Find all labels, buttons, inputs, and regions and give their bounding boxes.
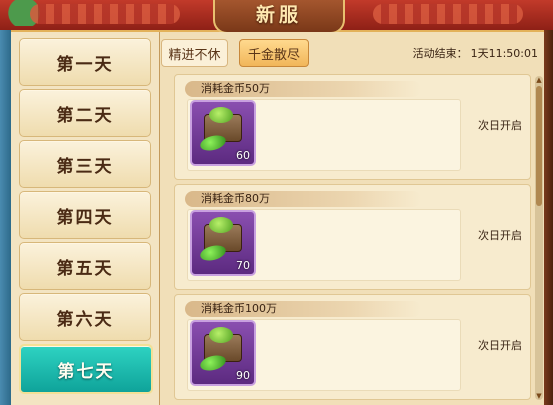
timer-value: 1天11:50:01 <box>470 47 538 60</box>
reward-status: 次日开启 <box>478 229 522 242</box>
day-button-1[interactable]: 第一天 <box>19 38 151 86</box>
reward-condition: 消耗金币80万 <box>185 191 421 207</box>
day-button-7[interactable]: 第七天 <box>19 344 153 394</box>
scroll-down-arrow-icon[interactable]: ▼ <box>535 392 543 400</box>
reward-card: 消耗金币80万 70 次日开启 <box>174 184 531 290</box>
item-count: 70 <box>236 259 250 272</box>
jade-gem-icon <box>209 327 233 343</box>
reward-list[interactable]: 消耗金币50万 60 次日开启 消耗金币80万 70 次日开启 消耗金币100万… <box>160 74 544 405</box>
new-server-event-window: 新服 第一天 第二天 第三天 第四天 第五天 第六天 第七天 精进不休 千金散尽… <box>0 0 553 405</box>
banner-scroll-right <box>373 4 523 24</box>
item-count: 90 <box>236 369 250 382</box>
banner-scroll-left <box>30 4 180 24</box>
item-count: 60 <box>236 149 250 162</box>
jade-icon <box>198 352 228 374</box>
reward-card: 消耗金币100万 90 次日开启 <box>174 294 531 400</box>
tab-jingjin-buxiu[interactable]: 精进不休 <box>161 39 228 67</box>
reward-scrollbar[interactable]: ▲ ▼ <box>535 76 543 400</box>
tab-qianjin-sanjin[interactable]: 千金散尽 <box>239 39 309 67</box>
reward-status: 次日开启 <box>478 339 522 352</box>
left-frame <box>0 30 11 405</box>
reward-item-area: 90 <box>187 319 461 391</box>
scroll-up-arrow-icon[interactable]: ▲ <box>535 76 543 84</box>
jade-gem-icon <box>209 217 233 233</box>
reward-status: 次日开启 <box>478 119 522 132</box>
jade-icon <box>198 132 228 154</box>
jade-icon <box>198 242 228 264</box>
treasure-chest-item[interactable]: 70 <box>190 210 256 276</box>
reward-panel: 精进不休 千金散尽 活动结束： 1天11:50:01 消耗金币50万 60 次日开… <box>160 32 544 405</box>
reward-condition: 消耗金币100万 <box>185 301 421 317</box>
scroll-thumb[interactable] <box>536 86 542 206</box>
treasure-chest-item[interactable]: 60 <box>190 100 256 166</box>
reward-card: 消耗金币50万 60 次日开启 <box>174 74 531 180</box>
event-timer: 活动结束： 1天11:50:01 <box>410 45 538 61</box>
treasure-chest-item[interactable]: 90 <box>190 320 256 386</box>
window-title: 新服 <box>213 0 345 34</box>
day-button-2[interactable]: 第二天 <box>19 89 151 137</box>
reward-item-area: 60 <box>187 99 461 171</box>
timer-label: 活动结束： <box>412 47 468 60</box>
day-button-3[interactable]: 第三天 <box>19 140 151 188</box>
day-button-6[interactable]: 第六天 <box>19 293 151 341</box>
day-sidebar: 第一天 第二天 第三天 第四天 第五天 第六天 第七天 <box>11 32 161 405</box>
jade-gem-icon <box>209 107 233 123</box>
reward-item-area: 70 <box>187 209 461 281</box>
day-button-5[interactable]: 第五天 <box>19 242 151 290</box>
day-button-4[interactable]: 第四天 <box>19 191 151 239</box>
right-frame <box>544 30 553 405</box>
reward-condition: 消耗金币50万 <box>185 81 421 97</box>
